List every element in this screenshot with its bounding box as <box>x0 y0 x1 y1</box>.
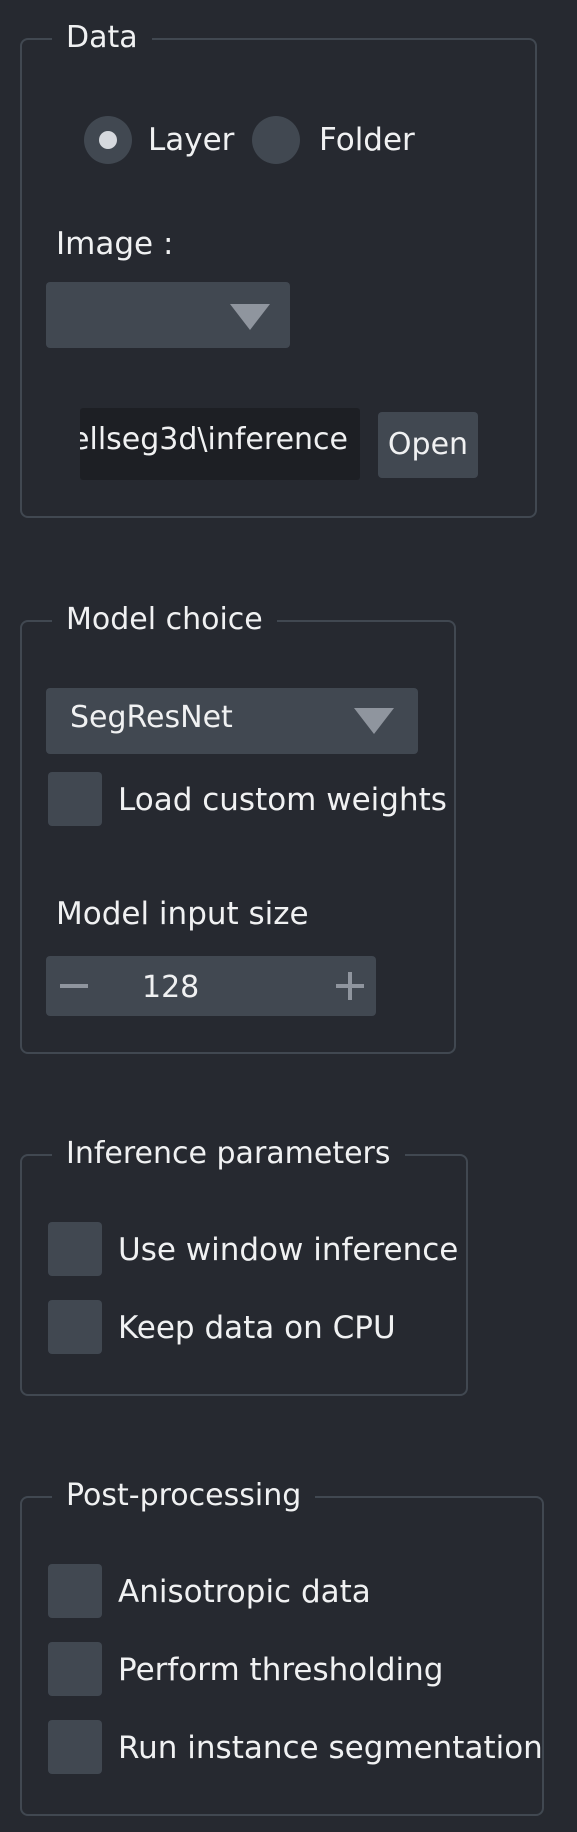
use-window-inference-checkbox[interactable] <box>48 1222 102 1276</box>
plus-icon[interactable] <box>326 956 376 1016</box>
data-group-title: Data <box>52 18 152 58</box>
use-window-inference-label[interactable]: Use window inference <box>118 1230 458 1270</box>
model-combo-value: SegResNet <box>70 700 233 735</box>
inference-parameters-group: Inference parameters Use window inferenc… <box>20 1134 468 1396</box>
image-label: Image : <box>56 226 174 262</box>
model-combo[interactable]: SegResNet <box>46 688 418 754</box>
keep-data-on-cpu-label[interactable]: Keep data on CPU <box>118 1308 396 1348</box>
anisotropic-data-label[interactable]: Anisotropic data <box>118 1572 371 1612</box>
load-custom-weights-label[interactable]: Load custom weights <box>118 780 447 820</box>
keep-data-on-cpu-checkbox[interactable] <box>48 1300 102 1354</box>
load-custom-weights-checkbox[interactable] <box>48 772 102 826</box>
chevron-down-icon <box>230 304 270 330</box>
model-input-size-spinbox[interactable]: 128 <box>46 956 376 1016</box>
chevron-down-icon <box>354 708 394 734</box>
perform-thresholding-checkbox[interactable] <box>48 1642 102 1696</box>
image-layer-combo[interactable] <box>46 282 290 348</box>
model-choice-title: Model choice <box>52 600 277 640</box>
open-button[interactable]: Open <box>378 412 478 478</box>
run-instance-segmentation-checkbox[interactable] <box>48 1720 102 1774</box>
post-processing-group: Post-processing Anisotropic data Perform… <box>20 1476 544 1816</box>
anisotropic-data-checkbox[interactable] <box>48 1564 102 1618</box>
post-processing-title: Post-processing <box>52 1476 316 1516</box>
data-group: Data Layer Folder Image : ellseg3d\infer… <box>20 18 537 518</box>
folder-radio[interactable] <box>252 116 300 164</box>
layer-radio[interactable] <box>84 116 132 164</box>
perform-thresholding-label[interactable]: Perform thresholding <box>118 1650 443 1690</box>
run-instance-segmentation-label[interactable]: Run instance segmentation <box>118 1728 543 1768</box>
results-path-field[interactable]: ellseg3d\inference <box>80 408 360 480</box>
model-input-size-value[interactable]: 128 <box>142 970 199 1006</box>
layer-radio-label[interactable]: Layer <box>148 120 234 160</box>
model-input-size-label: Model input size <box>56 896 309 932</box>
inference-parameters-title: Inference parameters <box>52 1134 405 1174</box>
folder-radio-label[interactable]: Folder <box>319 120 415 160</box>
results-path-value: ellseg3d\inference <box>80 422 348 457</box>
model-choice-group: Model choice SegResNet Load custom weigh… <box>20 600 456 1054</box>
minus-icon[interactable] <box>46 956 96 1016</box>
